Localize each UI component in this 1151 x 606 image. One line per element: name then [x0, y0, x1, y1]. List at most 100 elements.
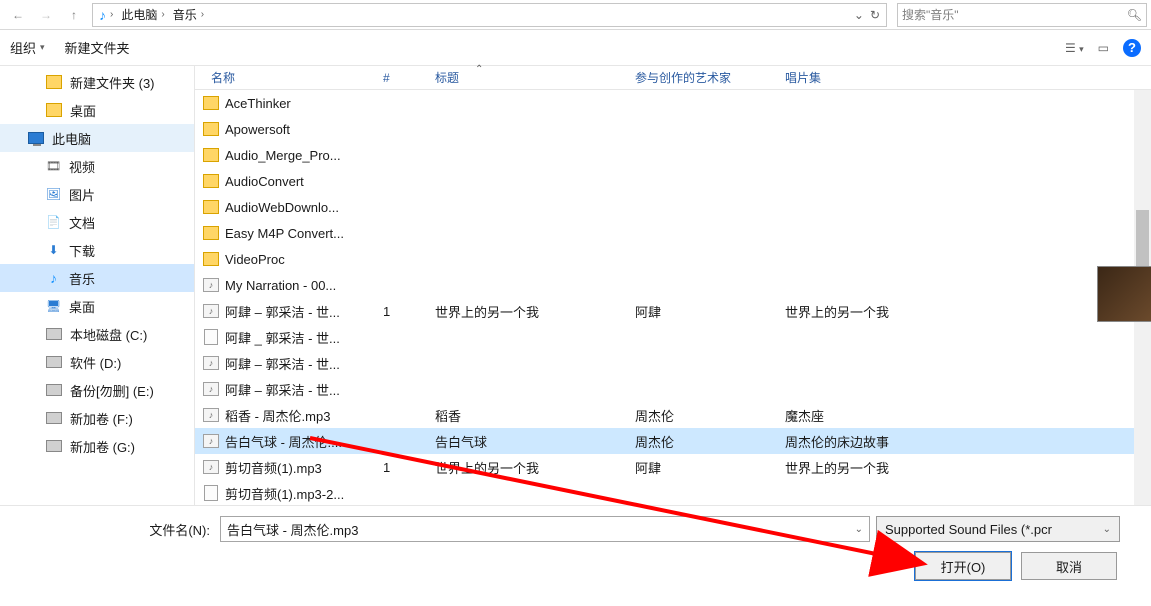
- sidebar-item-label: 软件 (D:): [70, 353, 121, 372]
- file-row[interactable]: 剪切音频(1).mp3-2...: [195, 480, 1151, 505]
- view-options-icon[interactable]: ☰ ▾: [1065, 41, 1084, 55]
- sidebar-item[interactable]: 🖼 图片: [0, 180, 194, 208]
- navigation-sidebar: 新建文件夹 (3)桌面此电脑🎞视频🖼图片📄文档⬇下载♪音乐🖥桌面本地磁盘 (C:…: [0, 66, 195, 505]
- file-row[interactable]: ♪稻香 - 周杰伦.mp3稻香周杰伦魔杰座: [195, 402, 1151, 428]
- sidebar-item[interactable]: 新建文件夹 (3): [0, 68, 194, 96]
- file-type-filter[interactable]: Supported Sound Files (*.pcr ⌄: [876, 516, 1120, 542]
- audio-file-icon: ♪: [203, 460, 219, 474]
- new-folder-button[interactable]: 新建文件夹: [65, 38, 130, 57]
- monitor-icon: [28, 132, 44, 144]
- file-row[interactable]: 阿肆 _ 郭采洁 - 世...: [195, 324, 1151, 350]
- folder-icon: [203, 122, 219, 136]
- organize-menu[interactable]: 组织▾: [10, 38, 45, 57]
- column-album[interactable]: 唱片集: [785, 69, 1151, 86]
- sidebar-item-label: 桌面: [69, 297, 95, 316]
- sidebar-item-label: 图片: [69, 185, 95, 204]
- audio-file-icon: ♪: [203, 408, 219, 422]
- sidebar-item[interactable]: 桌面: [0, 96, 194, 124]
- sidebar-item[interactable]: 新加卷 (G:): [0, 432, 194, 460]
- cell-name: AceThinker: [203, 96, 383, 111]
- file-list-pane: 名称 # 标题 参与创作的艺术家 唱片集 ⌃ AceThinker Apowers…: [195, 66, 1151, 505]
- chevron-down-icon[interactable]: ⌄: [854, 8, 864, 22]
- chevron-down-icon[interactable]: ⌄: [1103, 524, 1111, 535]
- cell-artist: 阿肆: [635, 302, 785, 321]
- file-row[interactable]: AudioConvert: [195, 168, 1151, 194]
- sidebar-item-label: 此电脑: [52, 129, 91, 148]
- main-pane: 新建文件夹 (3)桌面此电脑🎞视频🖼图片📄文档⬇下载♪音乐🖥桌面本地磁盘 (C:…: [0, 66, 1151, 506]
- sidebar-item[interactable]: ♪音乐: [0, 264, 194, 292]
- sidebar-item-label: 新建文件夹 (3): [70, 73, 155, 92]
- breadcrumb[interactable]: ♪› 此电脑› 音乐› ⌄ ↻: [92, 3, 887, 27]
- sidebar-item-label: 备份[勿删] (E:): [70, 381, 154, 400]
- nav-up-button[interactable]: ↑: [60, 2, 88, 28]
- sidebar-item-label: 音乐: [69, 269, 95, 288]
- download-icon: ⬇: [46, 243, 61, 258]
- sidebar-item[interactable]: 本地磁盘 (C:): [0, 320, 194, 348]
- column-number[interactable]: #: [383, 71, 435, 85]
- cell-name: 阿肆 _ 郭采洁 - 世...: [203, 328, 383, 347]
- column-title[interactable]: 标题: [435, 69, 635, 86]
- cell-artist: 周杰伦: [635, 432, 785, 451]
- audio-file-icon: ♪: [203, 356, 219, 370]
- file-row[interactable]: ♪阿肆 – 郭采洁 - 世...1世界上的另一个我阿肆世界上的另一个我: [195, 298, 1151, 324]
- sort-indicator-icon: ⌃: [475, 64, 483, 75]
- file-row[interactable]: Easy M4P Convert...: [195, 220, 1151, 246]
- cell-album: 魔杰座: [785, 406, 1151, 425]
- cell-name: AudioWebDownlo...: [203, 200, 383, 215]
- file-list[interactable]: AceThinkerApowersoftAudio_Merge_Pro...Au…: [195, 90, 1151, 505]
- chevron-down-icon[interactable]: ⌄: [855, 524, 863, 535]
- sidebar-item[interactable]: 备份[勿删] (E:): [0, 376, 194, 404]
- cell-title: 世界上的另一个我: [435, 302, 635, 321]
- filename-label: 文件名(N):: [14, 520, 214, 539]
- open-button[interactable]: 打开(O): [915, 552, 1011, 580]
- file-row[interactable]: AudioWebDownlo...: [195, 194, 1151, 220]
- folder-icon: [203, 200, 219, 214]
- sidebar-item[interactable]: 📄文档: [0, 208, 194, 236]
- column-name[interactable]: 名称: [203, 69, 383, 86]
- file-row[interactable]: AceThinker: [195, 90, 1151, 116]
- sidebar-item-label: 桌面: [70, 101, 96, 120]
- video-icon: 🎞: [46, 159, 61, 174]
- column-artist[interactable]: 参与创作的艺术家: [635, 69, 785, 86]
- toolbar: 组织▾ 新建文件夹 ☰ ▾ ▭ ?: [0, 30, 1151, 66]
- cell-name: ♪稻香 - 周杰伦.mp3: [203, 406, 383, 425]
- image-icon: 🖼: [46, 187, 61, 202]
- help-icon[interactable]: ?: [1123, 39, 1141, 57]
- cancel-button[interactable]: 取消: [1021, 552, 1117, 580]
- file-row[interactable]: Audio_Merge_Pro...: [195, 142, 1151, 168]
- filename-input[interactable]: 告白气球 - 周杰伦.mp3 ⌄: [220, 516, 870, 542]
- sidebar-item-label: 文档: [69, 213, 95, 232]
- sidebar-item[interactable]: 软件 (D:): [0, 348, 194, 376]
- folder-icon: [203, 252, 219, 266]
- disk-icon: [46, 440, 62, 452]
- file-row[interactable]: Apowersoft: [195, 116, 1151, 142]
- sidebar-item[interactable]: 此电脑: [0, 124, 194, 152]
- sidebar-item[interactable]: 新加卷 (F:): [0, 404, 194, 432]
- column-headers[interactable]: 名称 # 标题 参与创作的艺术家 唱片集 ⌃: [195, 66, 1151, 90]
- sidebar-item[interactable]: ⬇下载: [0, 236, 194, 264]
- preview-pane-icon[interactable]: ▭: [1098, 41, 1109, 55]
- folder-icon: [203, 148, 219, 162]
- file-row[interactable]: ♪剪切音频(1).mp31世界上的另一个我阿肆世界上的另一个我: [195, 454, 1151, 480]
- breadcrumb-seg-computer[interactable]: 此电脑›: [117, 6, 168, 23]
- sidebar-item[interactable]: 🎞视频: [0, 152, 194, 180]
- file-row[interactable]: ♪告白气球 - 周杰伦....告白气球周杰伦周杰伦的床边故事: [195, 428, 1151, 454]
- sidebar-item-label: 新加卷 (G:): [70, 437, 135, 456]
- refresh-icon[interactable]: ↻: [870, 8, 880, 22]
- file-row[interactable]: ♪阿肆 – 郭采洁 - 世...: [195, 350, 1151, 376]
- disk-icon: [46, 328, 62, 340]
- nav-back-button[interactable]: ←: [4, 2, 32, 28]
- breadcrumb-seg-music[interactable]: 音乐›: [169, 6, 208, 23]
- file-row[interactable]: ♪阿肆 – 郭采洁 - 世...: [195, 376, 1151, 402]
- cell-title: 告白气球: [435, 432, 635, 451]
- preview-thumbnail: [1097, 266, 1151, 322]
- search-input[interactable]: 搜索"音乐" 🔍︎: [897, 3, 1147, 27]
- folder-icon: [203, 226, 219, 240]
- search-icon: 🔍︎: [1127, 8, 1142, 22]
- sidebar-item[interactable]: 🖥桌面: [0, 292, 194, 320]
- file-row[interactable]: VideoProc: [195, 246, 1151, 272]
- nav-forward-button[interactable]: →: [32, 2, 60, 28]
- folder-icon: [46, 75, 62, 89]
- file-row[interactable]: ♪My Narration - 00...: [195, 272, 1151, 298]
- audio-file-icon: ♪: [203, 382, 219, 396]
